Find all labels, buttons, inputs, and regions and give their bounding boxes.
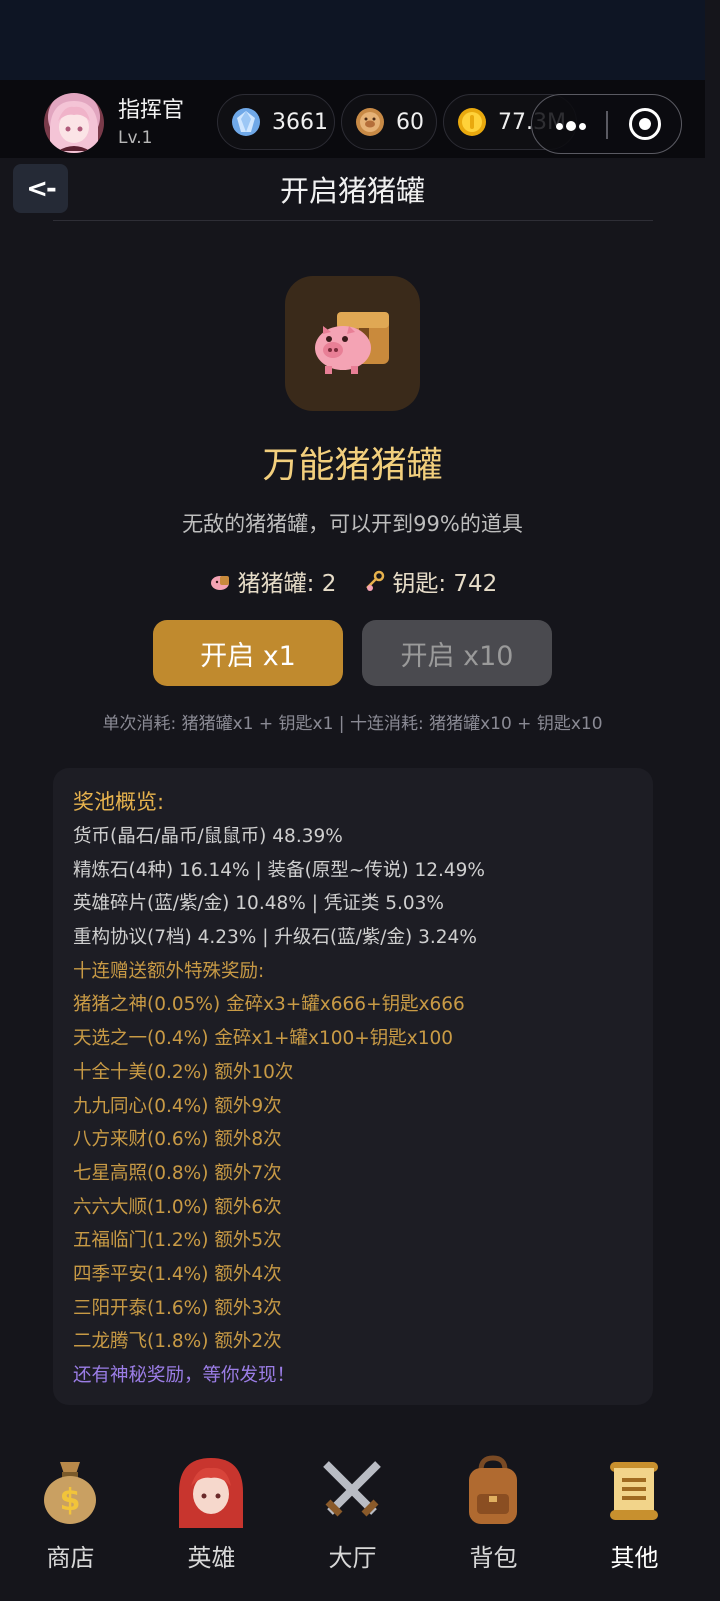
scroll-icon [610,1462,658,1520]
tab-hero[interactable]: 英雄 [141,1440,282,1601]
title-divider [53,220,653,221]
pig-coin-counter[interactable]: 60 [341,94,437,150]
pool-bonus-line: 八方来财(0.6%) 额外8次 [73,1129,282,1151]
inventory-counts: 猪猪罐: 2 钥匙: 742 [0,564,705,598]
pool-line: 重构协议(7档) 4.23% | 升级石(蓝/紫/金) 3.24% [73,927,477,949]
gold-coin-icon [458,108,486,136]
page-title: 开启猪猪罐 [279,174,425,208]
item-description: 无敌的猪猪罐，可以开到99%的道具 [182,512,523,536]
prize-pool-title: 奖池概览: [73,790,165,814]
key-icon [366,570,385,591]
more-menu-icon[interactable] [556,121,586,131]
item-icon-frame [285,276,420,411]
open-x10-button[interactable]: 开启 x10 [362,620,552,686]
diamond-icon [232,108,260,136]
avatar-portrait-icon [50,101,98,153]
player-avatar[interactable] [44,93,104,153]
pool-bonus-line: 三阳开泰(1.6%) 额外3次 [73,1297,282,1319]
pool-bonus-line: 猪猪之神(0.05%) 金碎x3+罐x666+钥匙x666 [73,994,465,1016]
tab-label: 其他 [610,1544,659,1572]
tab-label: 英雄 [187,1544,236,1572]
piggy-chest-icon [315,312,389,374]
tab-lobby[interactable]: 大厅 [282,1440,423,1601]
prize-pool-list: 货币(晶石/晶币/鼠鼠币) 48.39% 精炼石(4种) 16.14% | 装备… [73,820,643,1393]
capsule-divider [606,111,608,139]
tab-label: 商店 [46,1544,95,1572]
tab-other[interactable]: 其他 [564,1440,705,1601]
pool-bonus-line: 六六大顺(1.0%) 额外6次 [73,1196,282,1218]
pool-bonus-line: 五福临门(1.2%) 额外5次 [73,1230,282,1252]
tab-label: 背包 [469,1544,518,1572]
tab-backpack[interactable]: 背包 [423,1440,564,1601]
bottom-tabbar: $ 商店 英雄 大厅 背包 其他 [0,1440,705,1601]
pool-bonus-line: 二龙腾飞(1.8%) 额外2次 [73,1331,282,1353]
player-name: 指挥官 [118,98,185,123]
item-name: 万能猪猪罐 [262,445,443,486]
pool-bonus-line: 天选之一(0.4%) 金碎x1+罐x100+钥匙x100 [73,1028,454,1050]
pool-line: 英雄碎片(蓝/紫/金) 10.48% | 凭证类 5.03% [73,893,444,915]
open-x1-button[interactable]: 开启 x1 [153,620,343,686]
player-level: Lv.1 [118,128,153,148]
cost-note: 单次消耗: 猪猪罐x1 + 钥匙x1 | 十连消耗: 猪猪罐x10 + 钥匙x1… [102,714,603,734]
status-bar [0,0,705,80]
tab-shop[interactable]: $ 商店 [0,1440,141,1601]
pig-coin-icon [356,108,384,136]
piggy-jar-icon [210,576,229,590]
svg-text:$: $ [60,1483,81,1518]
tab-label: 大厅 [328,1544,377,1572]
backpack-icon [469,1455,517,1524]
jar-count: 猪猪罐: 2 [237,571,337,597]
pool-bonus-heading: 十连赠送额外特殊奖励: [73,960,265,982]
pool-mystery-line: 还有神秘奖励，等你发现！ [73,1365,296,1386]
pool-bonus-line: 四季平安(1.4%) 额外4次 [73,1263,282,1285]
diamond-counter[interactable]: 3661 [217,94,335,150]
diamond-value: 3661 [272,109,328,135]
crossed-swords-icon [323,1461,381,1517]
hero-portrait-icon [179,1458,243,1528]
pool-line: 货币(晶石/晶币/鼠鼠币) 48.39% [73,826,343,847]
pool-bonus-line: 七星高照(0.8%) 额外7次 [73,1162,282,1184]
pool-line: 精炼石(4种) 16.14% | 装备(原型~传说) 12.49% [73,859,485,881]
pool-bonus-line: 九九同心(0.4%) 额外9次 [73,1095,282,1117]
close-miniprogram-icon[interactable] [629,108,661,140]
pig-coin-value: 60 [396,109,424,135]
miniprogram-capsule [531,94,682,154]
money-bag-icon: $ [44,1462,96,1524]
top-bar: 指挥官 Lv.1 3661 60 77.3M [0,80,705,158]
key-count: 钥匙: 742 [392,571,498,597]
prize-pool-panel: 奖池概览: 货币(晶石/晶币/鼠鼠币) 48.39% 精炼石(4种) 16.14… [53,768,653,1405]
pool-bonus-line: 十全十美(0.2%) 额外10次 [73,1061,294,1083]
